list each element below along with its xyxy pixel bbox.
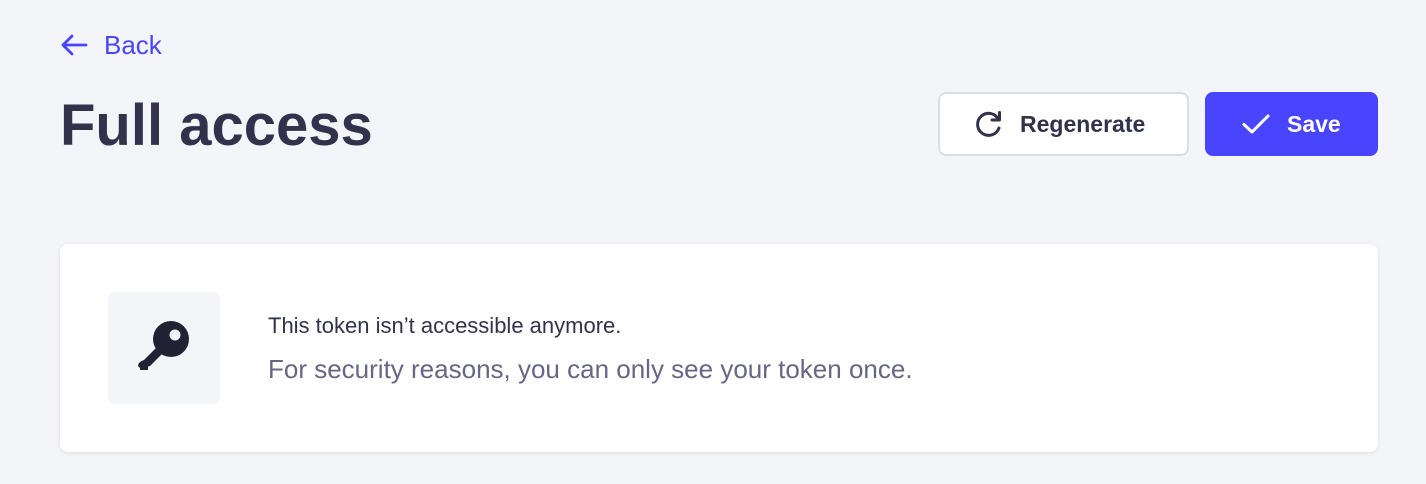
key-icon — [136, 318, 192, 379]
regenerate-button[interactable]: Regenerate — [938, 92, 1189, 156]
save-button[interactable]: Save — [1205, 92, 1378, 156]
refresh-icon — [974, 109, 1004, 139]
regenerate-label: Regenerate — [1020, 110, 1146, 137]
arrow-left-icon — [60, 33, 88, 57]
back-label: Back — [104, 29, 162, 60]
page-title: Full access — [60, 93, 373, 158]
back-link[interactable]: Back — [60, 28, 162, 62]
check-icon — [1241, 112, 1271, 136]
header-actions: Regenerate Save — [938, 92, 1378, 156]
token-notice-card: This token isn’t accessible anymore. For… — [60, 244, 1378, 452]
notice-message: For security reasons, you can only see y… — [268, 354, 913, 384]
api-token-page: Back Full access Regenerate Save This to… — [0, 0, 1426, 484]
key-icon-tile — [108, 292, 220, 404]
notice-title: This token isn’t accessible anymore. — [268, 313, 622, 338]
save-label: Save — [1287, 110, 1341, 137]
